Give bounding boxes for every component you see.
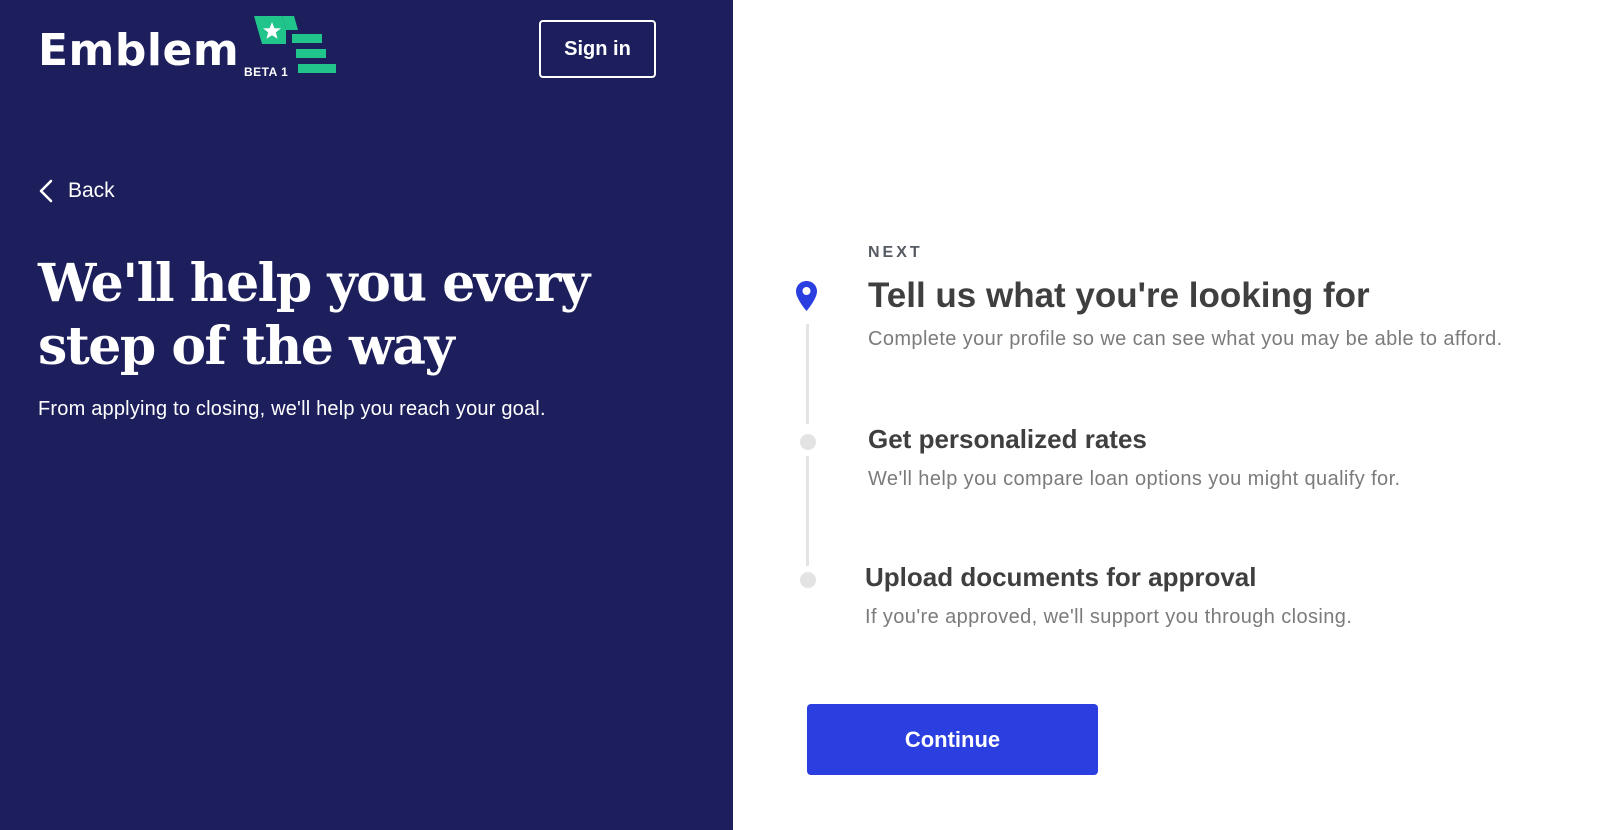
next-eyebrow: NEXT: [868, 244, 923, 261]
step-description: We'll help you compare loan options you …: [868, 468, 1401, 490]
step-title: Tell us what you're looking for: [868, 276, 1370, 315]
left-panel: Emblem BETA 1 Sign in Back We'll help yo…: [0, 0, 733, 830]
step-dot-icon: [800, 434, 816, 450]
step-description: If you're approved, we'll support you th…: [865, 606, 1353, 628]
step-title: Get personalized rates: [868, 424, 1147, 454]
hero-title: We'll help you every step of the way: [38, 253, 590, 377]
flag-star-icon: [254, 16, 336, 73]
timeline-connector: [806, 324, 809, 424]
step-title: Upload documents for approval: [865, 562, 1257, 592]
step-description: Complete your profile so we can see what…: [868, 328, 1503, 350]
sign-in-button[interactable]: Sign in: [539, 20, 656, 78]
step-dot-icon: [800, 572, 816, 588]
location-pin-icon: [796, 281, 817, 311]
logo-wordmark: Emblem: [38, 25, 240, 76]
hero-subtitle: From applying to closing, we'll help you…: [38, 398, 546, 420]
continue-button[interactable]: Continue: [807, 704, 1098, 775]
steps-timeline: NEXT Tell us what you're looking for Com…: [790, 240, 1590, 640]
back-label: Back: [68, 179, 115, 202]
emblem-logo[interactable]: Emblem BETA 1: [38, 16, 338, 80]
back-link[interactable]: Back: [38, 178, 115, 204]
chevron-left-icon: [39, 179, 53, 203]
timeline-connector: [806, 456, 809, 566]
